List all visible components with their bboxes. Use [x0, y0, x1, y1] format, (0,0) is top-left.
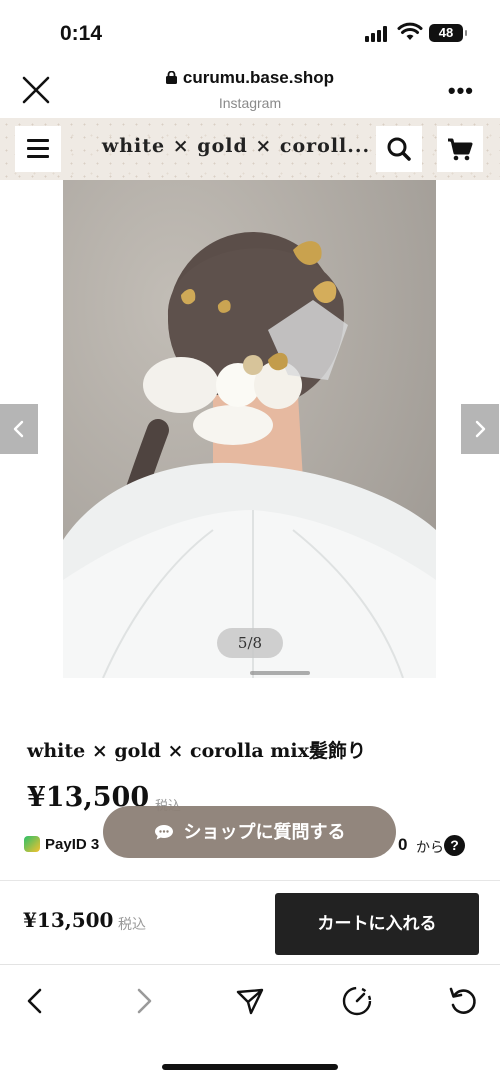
chevron-right-icon: [475, 420, 486, 438]
hamburger-icon: [27, 139, 49, 159]
shop-header: white × gold × coroll...: [0, 118, 500, 180]
add-to-cart-button[interactable]: カートに入れる: [275, 893, 479, 955]
wifi-icon: [397, 22, 423, 40]
lock-icon: [165, 71, 177, 84]
url-text: curumu.base.shop: [182, 68, 335, 87]
payid-logo: PayID 3: [24, 836, 99, 853]
bottom-price: ¥13,500: [23, 908, 114, 932]
help-icon[interactable]: ?: [444, 835, 465, 856]
divider: [0, 880, 500, 881]
previous-image-button[interactable]: [0, 404, 38, 454]
browser-toolbar: [0, 964, 500, 1080]
back-icon[interactable]: [18, 983, 54, 1019]
chat-bubble-icon: [154, 825, 173, 840]
status-time: 0:14: [60, 22, 103, 45]
more-options-icon[interactable]: •••: [448, 78, 474, 104]
search-button[interactable]: [376, 126, 422, 172]
speed-gauge-icon[interactable]: [339, 983, 375, 1019]
forward-icon[interactable]: [125, 983, 161, 1019]
payid-amount: 0: [398, 835, 408, 854]
battery-icon: 48: [429, 24, 467, 42]
ask-shop-label: ショップに質問する: [183, 822, 346, 842]
payid-label: PayID 3: [45, 836, 100, 853]
shop-title[interactable]: white × gold × coroll...: [100, 135, 372, 157]
reload-icon[interactable]: [445, 983, 481, 1019]
product-image[interactable]: [63, 180, 436, 678]
payid-suffix: から: [416, 839, 444, 855]
chevron-left-icon: [13, 420, 24, 438]
browser-header: curumu.base.shop Instagram •••: [0, 62, 500, 118]
source-label: Instagram: [218, 95, 282, 111]
image-scroll-indicator: [250, 671, 310, 675]
next-image-button[interactable]: [461, 404, 499, 454]
url-bar[interactable]: curumu.base.shop: [0, 68, 500, 88]
cart-icon: [448, 138, 473, 161]
status-bar: 0:14 48: [0, 0, 500, 62]
product-title: white × gold × corolla mix髪飾り: [27, 740, 366, 762]
image-counter: 5/8: [217, 628, 283, 658]
menu-button[interactable]: [15, 126, 61, 172]
search-icon: [387, 137, 411, 161]
bottom-tax-label: 税込: [118, 916, 146, 932]
cellular-signal-icon: [365, 26, 389, 42]
home-indicator[interactable]: [162, 1064, 338, 1070]
ask-shop-button[interactable]: ショップに質問する: [103, 806, 396, 858]
share-icon[interactable]: [232, 983, 268, 1019]
product-photo-illustration: [63, 180, 436, 678]
cart-button[interactable]: [437, 126, 483, 172]
payid-logo-icon: [24, 836, 40, 852]
